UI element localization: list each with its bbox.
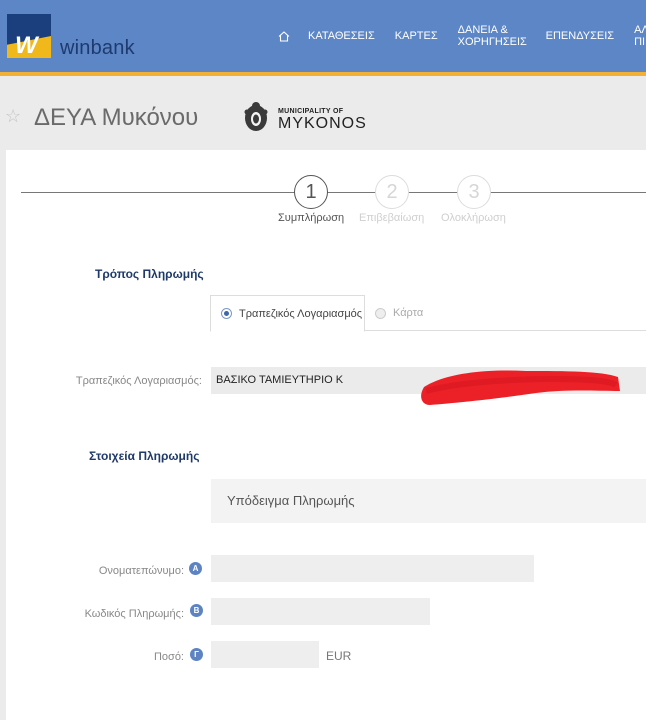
stepper-line (21, 192, 646, 193)
redaction-scribble (421, 370, 620, 405)
star-icon[interactable]: ☆ (5, 106, 21, 127)
brand-name[interactable]: winbank (60, 37, 135, 60)
header-accent-line (0, 72, 646, 76)
amount-input[interactable] (211, 641, 319, 668)
tab-card[interactable]: Κάρτα (375, 295, 423, 331)
page-title: ΔΕΥΑ Μυκόνου (34, 104, 199, 131)
step-1-circle: 1 (294, 175, 328, 209)
currency-unit: EUR (326, 649, 352, 663)
municipality-emblem-icon (244, 102, 268, 131)
nav-cards[interactable]: ΚΑΡΤΕΣ (385, 30, 448, 42)
tab-bank-account-label: Τραπεζικός Λογαριασμός (239, 307, 363, 320)
amount-label: Ποσό: (153, 651, 184, 663)
payment-method-tabs: Τραπεζικός Λογαριασμός Κάρτα (210, 295, 646, 332)
step-3-label: Ολοκλήρωση (441, 212, 506, 224)
badge-b: Β (190, 604, 203, 617)
logo-letter: W (15, 32, 38, 58)
badge-c: Γ (190, 648, 203, 661)
payment-code-label: Κωδικός Πληρωμής: (84, 608, 184, 620)
payment-form-panel (6, 150, 646, 720)
radio-card[interactable] (375, 307, 386, 319)
step-2-label: Επιβεβαίωση (359, 212, 425, 224)
main-nav: ΚΑΤΑΘΕΣΕΙΣ ΚΑΡΤΕΣ ΔΑΝΕΙΑ & ΧΟΡΗΓΗΣΕΙΣ ΕΠ… (270, 0, 646, 72)
step-1-label: Συμπλήρωση (278, 212, 345, 224)
home-icon[interactable] (270, 0, 298, 72)
account-label: Τραπεζικός Λογαριασμός: (75, 375, 202, 387)
step-2-circle: 2 (375, 175, 409, 209)
nav-more[interactable]: ΑΛ ΠΙ (624, 24, 646, 48)
payment-details-title: Στοιχεία Πληρωμής (89, 449, 200, 463)
payment-method-title: Τρόπος Πληρωμής (95, 267, 204, 281)
nav-deposits[interactable]: ΚΑΤΑΘΕΣΕΙΣ (298, 30, 385, 42)
badge-a: Α (189, 562, 202, 575)
municipality-small-text: MUNICIPALITY OF (278, 108, 344, 115)
payment-template-select[interactable]: Υπόδειγμα Πληρωμής (211, 479, 646, 523)
tab-bank-account[interactable]: Τραπεζικός Λογαριασμός (210, 295, 365, 332)
payment-code-input[interactable] (211, 598, 430, 625)
radio-bank-account[interactable] (221, 308, 232, 319)
home-icon-svg (278, 30, 290, 42)
nav-loans-line2: ΧΟΡΗΓΗΣΕΙΣ (457, 36, 527, 48)
winbank-logo[interactable]: W (7, 14, 51, 58)
fullname-label: Ονοματεπώνυμο: (98, 565, 184, 577)
top-header: W winbank ΚΑΤΑΘΕΣΕΙΣ ΚΑΡΤΕΣ ΔΑΝΕΙΑ & ΧΟΡ… (0, 0, 646, 72)
tab-card-label: Κάρτα (393, 307, 424, 319)
nav-more-line1: ΑΛ (634, 24, 646, 36)
municipality-big-text: MYKONOS (278, 115, 367, 132)
step-3-circle: 3 (457, 175, 491, 209)
nav-investments[interactable]: ΕΠΕΝΔΥΣΕΙΣ (536, 30, 624, 42)
nav-loans-line1: ΔΑΝΕΙΑ & (457, 24, 508, 36)
nav-more-line2: ΠΙ (634, 36, 646, 48)
nav-loans[interactable]: ΔΑΝΕΙΑ & ΧΟΡΗΓΗΣΕΙΣ (448, 24, 536, 48)
fullname-input[interactable] (211, 555, 534, 582)
